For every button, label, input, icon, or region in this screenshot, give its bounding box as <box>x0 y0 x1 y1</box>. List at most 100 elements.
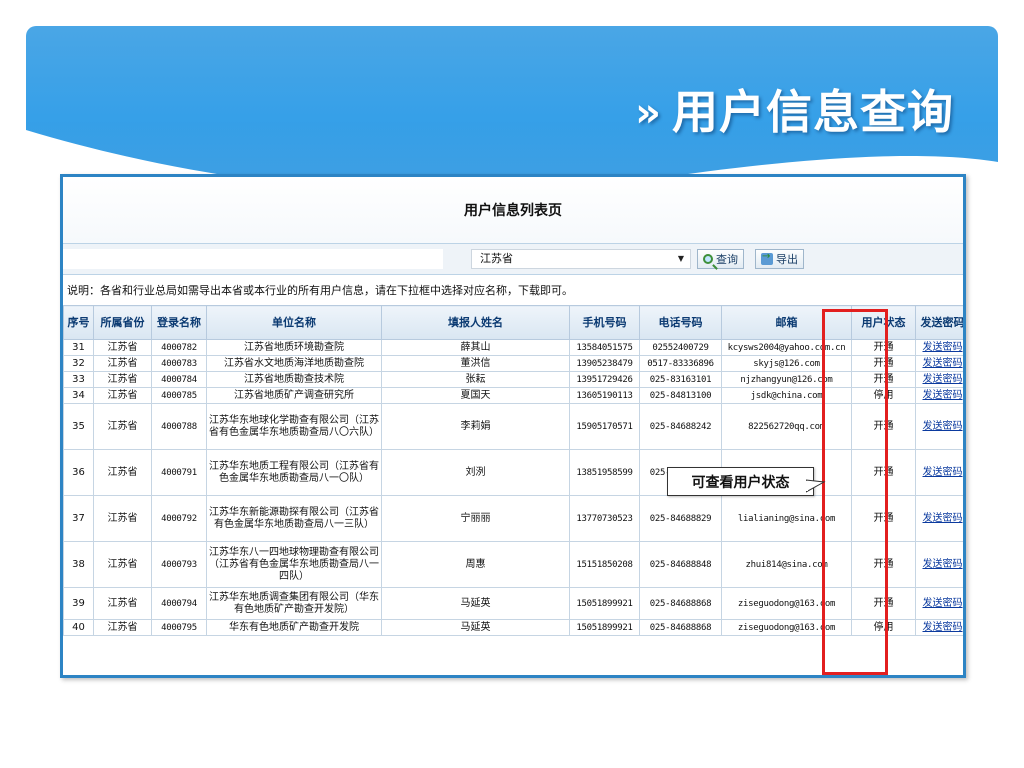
header-province: 所属省份 <box>93 305 152 340</box>
cell-mobile: 15051899921 <box>569 587 640 620</box>
cell-mobile: 13851958599 <box>569 449 640 496</box>
header-phone: 电话号码 <box>639 305 722 340</box>
cell-mobile: 15905170571 <box>569 403 640 450</box>
cell-phone: 025-84688829 <box>639 495 722 542</box>
cell-phone: 025-84688242 <box>639 403 722 450</box>
cell-province: 江苏省 <box>93 339 152 356</box>
table-row: 39 江苏省 4000794 江苏华东地质调查集团有限公司（华东有色地质矿产勘查… <box>63 587 963 620</box>
cell-no: 40 <box>63 619 94 636</box>
magnifier-icon <box>703 254 713 264</box>
instruction-note: 说明：各省和行业总局如需导出本省或本行业的所有用户信息，请在下拉框中选择对应名称… <box>67 284 573 297</box>
cell-email: skyjs@126.com <box>721 355 852 372</box>
cell-phone: 025-83163101 <box>639 371 722 388</box>
cell-unit: 江苏华东新能源勘探有限公司（江苏省有色金属华东地质勘查局八一三队） <box>206 495 382 542</box>
cell-mobile: 13605190113 <box>569 387 640 404</box>
cell-email: zhui814@sina.com <box>721 541 852 588</box>
cell-person: 薛其山 <box>381 339 570 356</box>
send-password-link[interactable]: 发送密码 <box>923 598 963 609</box>
header-mobile: 手机号码 <box>569 305 640 340</box>
cell-email: ziseguodong@163.com <box>721 587 852 620</box>
send-password-link[interactable]: 发送密码 <box>923 421 963 432</box>
cell-email: lialianing@sina.com <box>721 495 852 542</box>
cell-province: 江苏省 <box>93 387 152 404</box>
cell-status: 开通 <box>851 355 916 372</box>
send-password-link[interactable]: 发送密码 <box>923 374 963 385</box>
send-password-link[interactable]: 发送密码 <box>923 622 963 633</box>
send-password-link[interactable]: 发送密码 <box>923 390 963 401</box>
cell-login: 4000782 <box>151 339 207 356</box>
cell-person: 宁丽丽 <box>381 495 570 542</box>
status-callout: 可查看用户状态 <box>667 467 814 496</box>
cell-login: 4000793 <box>151 541 207 588</box>
cell-action: 发送密码 <box>915 387 963 404</box>
header-email: 邮箱 <box>721 305 852 340</box>
send-password-link[interactable]: 发送密码 <box>923 358 963 369</box>
province-select-value: 江苏省 <box>480 252 513 265</box>
cell-action: 发送密码 <box>915 403 963 450</box>
cell-unit: 华东有色地质矿产勘查开发院 <box>206 619 382 636</box>
province-select[interactable]: 江苏省 ▼ <box>471 249 691 269</box>
cell-mobile: 15051899921 <box>569 619 640 636</box>
cell-action: 发送密码 <box>915 587 963 620</box>
cell-email: jsdk@china.com <box>721 387 852 404</box>
cell-status: 开通 <box>851 587 916 620</box>
cell-status: 开通 <box>851 371 916 388</box>
header-status: 用户状态 <box>851 305 916 340</box>
cell-province: 江苏省 <box>93 541 152 588</box>
cell-mobile: 13951729426 <box>569 371 640 388</box>
cell-email: 822562720qq.com <box>721 403 852 450</box>
cell-login: 4000788 <box>151 403 207 450</box>
cell-mobile: 13584051575 <box>569 339 640 356</box>
table-header-row: 序号 所属省份 登录名称 单位名称 填报人姓名 手机号码 电话号码 邮箱 用户状… <box>63 305 963 340</box>
cell-status: 开通 <box>851 403 916 450</box>
header-no: 序号 <box>63 305 94 340</box>
cell-unit: 江苏华东地球化学勘查有限公司（江苏省有色金属华东地质勘查局八〇六队） <box>206 403 382 450</box>
query-button-label: 查询 <box>716 253 738 266</box>
cell-unit: 江苏省地质环境勘查院 <box>206 339 382 356</box>
export-icon <box>761 251 773 265</box>
slide-title-text: 用户信息查询 <box>672 85 954 139</box>
cell-action: 发送密码 <box>915 619 963 636</box>
table-row: 37 江苏省 4000792 江苏华东新能源勘探有限公司（江苏省有色金属华东地质… <box>63 495 963 542</box>
cell-phone: 02552400729 <box>639 339 722 356</box>
query-button[interactable]: 查询 <box>697 249 744 269</box>
cell-mobile: 13770730523 <box>569 495 640 542</box>
cell-province: 江苏省 <box>93 495 152 542</box>
export-button[interactable]: 导出 <box>755 249 804 269</box>
cell-phone: 025-84688868 <box>639 619 722 636</box>
dropdown-caret-icon: ▼ <box>677 254 684 263</box>
slide-title: » 用户信息查询 <box>635 74 954 144</box>
cell-status: 停用 <box>851 387 916 404</box>
table-row: 36 江苏省 4000791 江苏华东地质工程有限公司（江苏省有色金属华东地质勘… <box>63 449 963 496</box>
cell-person: 周惠 <box>381 541 570 588</box>
cell-action: 发送密码 <box>915 355 963 372</box>
cell-person: 夏国天 <box>381 387 570 404</box>
cell-person: 董洪信 <box>381 355 570 372</box>
cell-status: 开通 <box>851 495 916 542</box>
cell-phone: 0517-83336896 <box>639 355 722 372</box>
cell-action: 发送密码 <box>915 449 963 496</box>
cell-no: 38 <box>63 541 94 588</box>
cell-login: 4000791 <box>151 449 207 496</box>
user-table: 序号 所属省份 登录名称 单位名称 填报人姓名 手机号码 电话号码 邮箱 用户状… <box>63 305 963 636</box>
table-row: 38 江苏省 4000793 江苏华东八一四地球物理勘查有限公司（江苏省有色金属… <box>63 541 963 588</box>
cell-province: 江苏省 <box>93 619 152 636</box>
cell-person: 李莉娟 <box>381 403 570 450</box>
cell-login: 4000784 <box>151 371 207 388</box>
cell-login: 4000783 <box>151 355 207 372</box>
send-password-link[interactable]: 发送密码 <box>923 513 963 524</box>
send-password-link[interactable]: 发送密码 <box>923 342 963 353</box>
cell-phone: 025-84688848 <box>639 541 722 588</box>
panel-title: 用户信息列表页 <box>63 177 963 243</box>
cell-no: 34 <box>63 387 94 404</box>
header-send-password: 发送密码 <box>915 305 963 340</box>
callout-pointer <box>806 479 826 493</box>
cell-action: 发送密码 <box>915 541 963 588</box>
cell-action: 发送密码 <box>915 339 963 356</box>
cell-unit: 江苏省地质勘查技术院 <box>206 371 382 388</box>
send-password-link[interactable]: 发送密码 <box>923 467 963 478</box>
send-password-link[interactable]: 发送密码 <box>923 559 963 570</box>
cell-status: 开通 <box>851 449 916 496</box>
filter-blank-field <box>63 249 443 269</box>
cell-province: 江苏省 <box>93 403 152 450</box>
